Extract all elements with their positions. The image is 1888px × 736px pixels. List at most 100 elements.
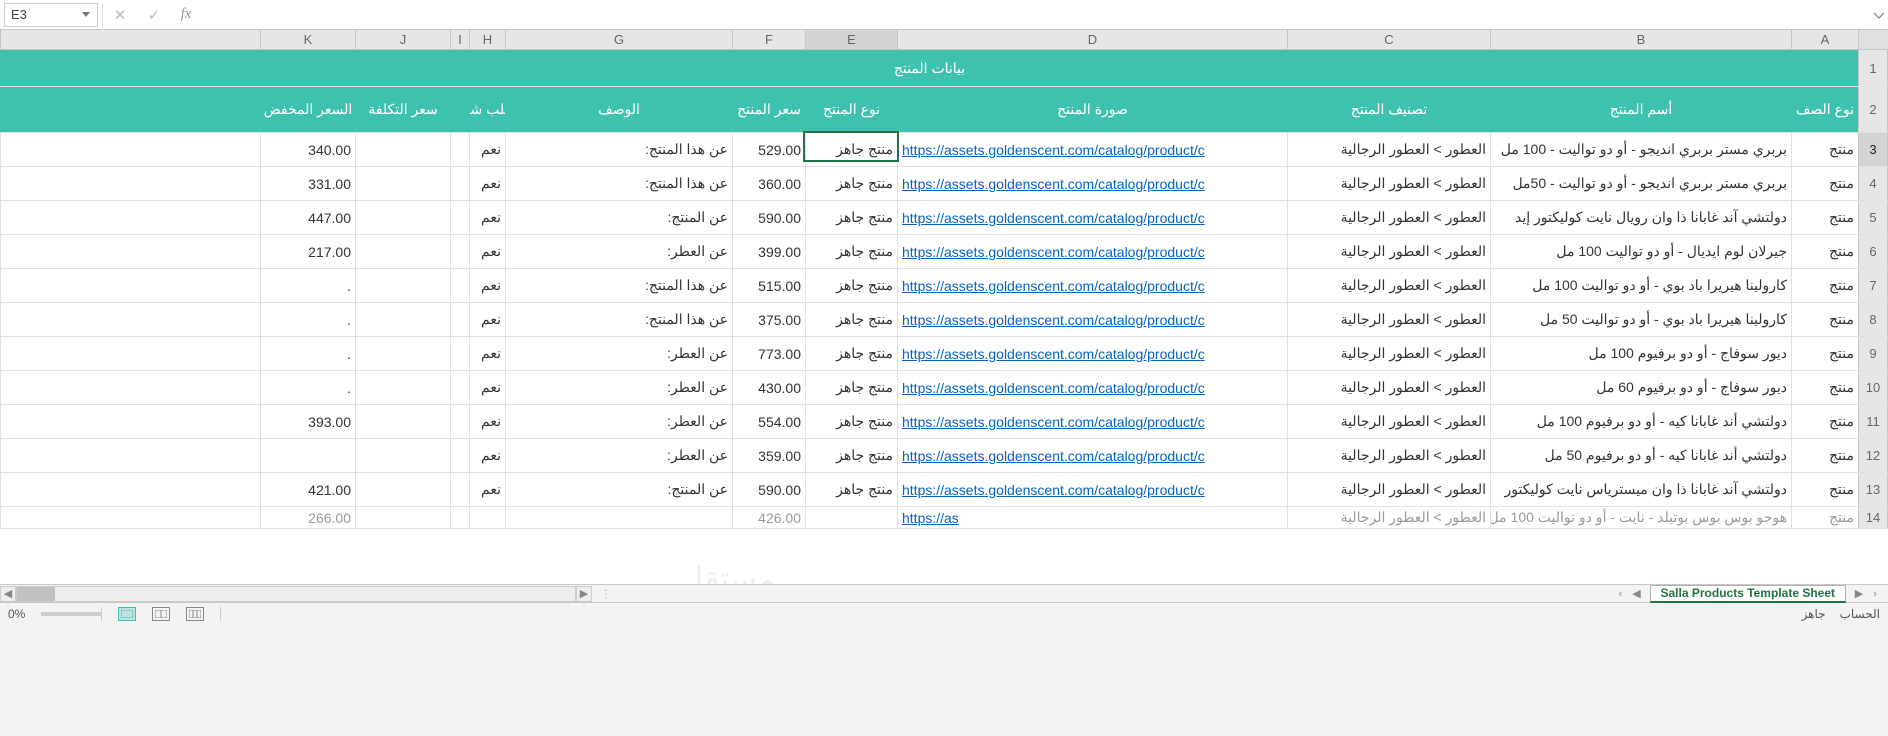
col-header-D[interactable]: D xyxy=(897,30,1287,49)
cell-K[interactable]: 393.00 xyxy=(260,405,355,438)
cell-D[interactable]: https://assets.goldenscent.com/catalog/p… xyxy=(897,201,1287,234)
cell-H[interactable]: نعم xyxy=(469,371,505,404)
view-page-layout-icon[interactable] xyxy=(152,607,170,621)
link[interactable]: https://assets.goldenscent.com/catalog/p… xyxy=(902,244,1205,260)
cell-C[interactable]: العطور > العطور الرجالية xyxy=(1287,405,1490,438)
cell-A[interactable]: منتج xyxy=(1791,201,1858,234)
cell-F[interactable]: 773.00 xyxy=(732,337,805,370)
cell-H[interactable]: نعم xyxy=(469,167,505,200)
cell-J[interactable] xyxy=(355,405,450,438)
merged-title[interactable]: بيانات المنتج xyxy=(0,50,1858,86)
cell-A[interactable]: منتج xyxy=(1791,507,1858,528)
hdr-C[interactable]: تصنيف المنتج xyxy=(1287,87,1490,132)
hscroll-thumb[interactable] xyxy=(17,587,55,601)
zoom-control[interactable]: 0% xyxy=(8,607,101,621)
cell-G[interactable]: عن هذا المنتج: xyxy=(505,269,732,302)
cell-I[interactable] xyxy=(450,303,469,336)
cell-A[interactable]: منتج xyxy=(1791,337,1858,370)
cell-D[interactable]: https://assets.goldenscent.com/catalog/p… xyxy=(897,439,1287,472)
cell-A[interactable]: منتج xyxy=(1791,269,1858,302)
cell-G[interactable] xyxy=(505,507,732,528)
link[interactable]: https://assets.goldenscent.com/catalog/p… xyxy=(902,142,1205,158)
cell-H[interactable]: نعم xyxy=(469,337,505,370)
zoom-slider[interactable] xyxy=(41,612,101,616)
cell-G[interactable]: عن العطر: xyxy=(505,405,732,438)
name-box[interactable]: E3 xyxy=(4,3,98,27)
cell-H[interactable]: نعم xyxy=(469,133,505,166)
hscroll-right-icon[interactable]: ▶ xyxy=(576,586,592,602)
sheet-tab[interactable]: Salla Products Template Sheet xyxy=(1650,585,1847,603)
cell-J[interactable] xyxy=(355,507,450,528)
hdr-J[interactable]: سعر التكلفة xyxy=(355,87,450,132)
cell-G[interactable]: عن العطر: xyxy=(505,337,732,370)
col-header-F[interactable]: F xyxy=(732,30,805,49)
cell-J[interactable] xyxy=(355,167,450,200)
hdr-G[interactable]: الوصف xyxy=(505,87,732,132)
cell-E[interactable]: منتج جاهز xyxy=(805,371,897,404)
cell-H[interactable]: نعم xyxy=(469,269,505,302)
cell-K[interactable]: . xyxy=(260,371,355,404)
col-header-E[interactable]: E xyxy=(805,30,897,49)
cell-C[interactable]: العطور > العطور الرجالية xyxy=(1287,167,1490,200)
cell-E[interactable] xyxy=(805,507,897,528)
cell-J[interactable] xyxy=(355,439,450,472)
cell-J[interactable] xyxy=(355,269,450,302)
row-header[interactable]: 13 xyxy=(1858,473,1888,506)
cell-E[interactable]: منتج جاهز xyxy=(805,133,897,166)
cell-J[interactable] xyxy=(355,235,450,268)
cell-H[interactable] xyxy=(469,507,505,528)
cell-E[interactable]: منتج جاهز xyxy=(805,303,897,336)
hdr-K[interactable]: السعر المخفض xyxy=(260,87,355,132)
cell-G[interactable]: عن العطر: xyxy=(505,235,732,268)
hdr-I[interactable] xyxy=(450,87,469,132)
row-header-1[interactable]: 1 xyxy=(1858,50,1888,86)
cell-K[interactable]: 421.00 xyxy=(260,473,355,506)
cell-C[interactable]: العطور > العطور الرجالية xyxy=(1287,337,1490,370)
formula-input[interactable] xyxy=(201,3,1870,27)
row-header[interactable]: 4 xyxy=(1858,167,1888,200)
link[interactable]: https://assets.goldenscent.com/catalog/p… xyxy=(902,176,1205,192)
cell-H[interactable]: نعم xyxy=(469,201,505,234)
cell-I[interactable] xyxy=(450,201,469,234)
link[interactable]: https://as xyxy=(902,510,959,526)
col-header-A[interactable]: A xyxy=(1791,30,1858,49)
cell-C[interactable]: العطور > العطور الرجالية xyxy=(1287,371,1490,404)
cell-B[interactable]: جيرلان لوم ايديال - أو دو تواليت 100 مل xyxy=(1490,235,1791,268)
hscroll-left-icon[interactable]: ◀ xyxy=(0,586,16,602)
cell-E[interactable]: منتج جاهز xyxy=(805,405,897,438)
cell-B[interactable]: دولتشي آند غابانا ذا وان رويال نايت كولي… xyxy=(1490,201,1791,234)
cell-G[interactable]: عن العطر: xyxy=(505,371,732,404)
row-header-2[interactable]: 2 xyxy=(1858,87,1888,132)
cell-C[interactable]: العطور > العطور الرجالية xyxy=(1287,507,1490,528)
cell-E[interactable]: منتج جاهز xyxy=(805,337,897,370)
row-header[interactable]: 7 xyxy=(1858,269,1888,302)
cell-D[interactable]: https://assets.goldenscent.com/catalog/p… xyxy=(897,303,1287,336)
row-header[interactable]: 5 xyxy=(1858,201,1888,234)
row-header[interactable]: 12 xyxy=(1858,439,1888,472)
link[interactable]: https://assets.goldenscent.com/catalog/p… xyxy=(902,414,1205,430)
cell-J[interactable] xyxy=(355,371,450,404)
cell-B[interactable]: هوجو بوس بوس بوتيلد - نايت - أو دو توالي… xyxy=(1490,507,1791,528)
cell-C[interactable]: العطور > العطور الرجالية xyxy=(1287,235,1490,268)
row-header[interactable]: 3 xyxy=(1858,133,1888,166)
cell-B[interactable]: كارولينا هيريرا باد بوي - أو دو تواليت 5… xyxy=(1490,303,1791,336)
cell-J[interactable] xyxy=(355,473,450,506)
cell-D[interactable]: https://assets.goldenscent.com/catalog/p… xyxy=(897,473,1287,506)
cell-E[interactable]: منتج جاهز xyxy=(805,473,897,506)
col-header-G[interactable]: G xyxy=(505,30,732,49)
cell-H[interactable]: نعم xyxy=(469,439,505,472)
select-all-corner[interactable] xyxy=(1858,30,1888,49)
fx-icon[interactable]: fx xyxy=(171,1,201,29)
cell-B[interactable]: دولتشي آند غابانا ذا وان ميسترياس نايت ك… xyxy=(1490,473,1791,506)
cell-K[interactable]: . xyxy=(260,337,355,370)
cell-A[interactable]: منتج xyxy=(1791,235,1858,268)
sheet-grid[interactable]: 1 بيانات المنتج 2 نوع الصف أسم المنتج تص… xyxy=(0,50,1888,584)
cell-F[interactable]: 426.00 xyxy=(732,507,805,528)
cell-F[interactable]: 529.00 xyxy=(732,133,805,166)
link[interactable]: https://assets.goldenscent.com/catalog/p… xyxy=(902,448,1205,464)
cell-G[interactable]: عن العطر: xyxy=(505,439,732,472)
cell-G[interactable]: عن هذا المنتج: xyxy=(505,303,732,336)
link[interactable]: https://assets.goldenscent.com/catalog/p… xyxy=(902,210,1205,226)
tab-prev-icon[interactable]: ‹ xyxy=(1614,587,1628,601)
tab-next-icon[interactable]: › xyxy=(1868,587,1882,601)
